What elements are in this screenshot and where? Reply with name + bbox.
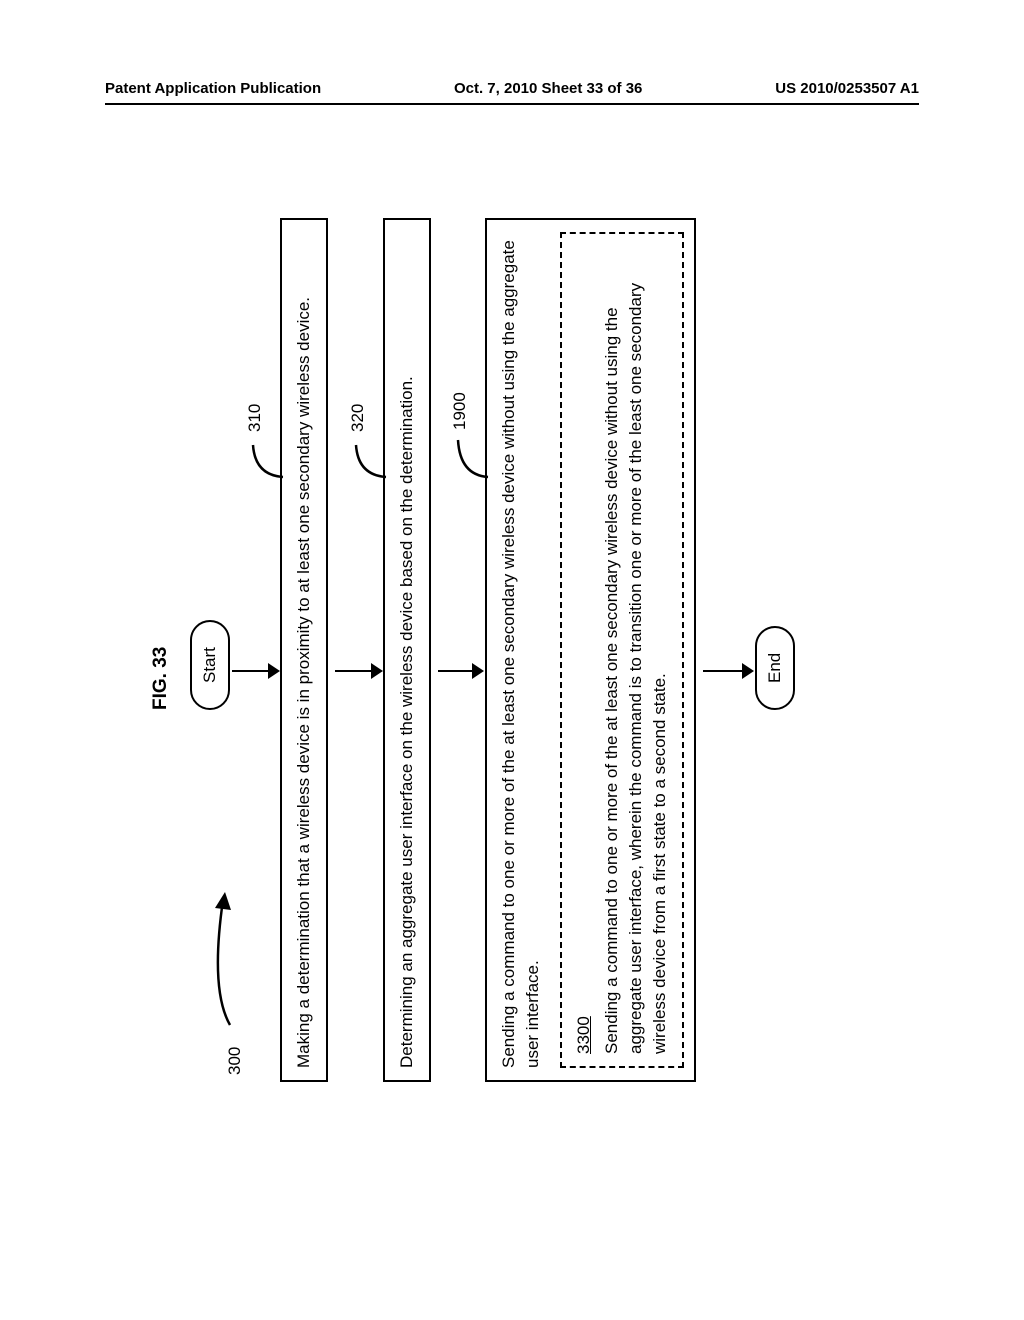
ref-310-bracket-icon [245,435,285,485]
header-left: Patent Application Publication [105,80,321,97]
step-1900-text: Sending a command to one or more of the … [499,240,542,1068]
figure-title: FIG. 33 [150,647,172,710]
arrow-down-icon [268,663,280,679]
ref-1900-label: 1900 [450,392,470,430]
start-terminal: Start [190,620,230,710]
step-310-box: Making a determination that a wireless d… [280,218,328,1082]
connector-line [232,670,270,672]
step-320-text: Determining an aggregate user interface … [397,376,416,1068]
rotated-figure: FIG. 33 300 Start Making a determination… [150,200,874,1100]
ref-1900-bracket-icon [450,430,490,485]
arrow-down-icon [371,663,383,679]
ref-320-bracket-icon [348,435,388,485]
start-label: Start [200,647,219,683]
ref-320-label: 320 [348,404,368,432]
arrow-down-icon [742,663,754,679]
page-header: Patent Application Publication Oct. 7, 2… [105,80,919,105]
connector-line [703,670,743,672]
figure-container: FIG. 33 300 Start Making a determination… [150,200,874,1100]
header-right: US 2010/0253507 A1 [775,80,919,97]
arrow-down-icon [472,663,484,679]
connector-line [438,670,473,672]
end-label: End [765,653,784,683]
main-ref-label: 300 [225,1047,245,1075]
header-center: Oct. 7, 2010 Sheet 33 of 36 [454,80,642,97]
main-ref-arrow-icon [205,890,245,1030]
step-1900-box: Sending a command to one or more of the … [485,218,696,1082]
step-310-text: Making a determination that a wireless d… [294,297,313,1068]
end-terminal: End [755,626,795,710]
connector-line [335,670,372,672]
step-3300-box: 3300 Sending a command to one or more of… [560,232,684,1068]
step-3300-text: Sending a command to one or more of the … [602,283,669,1054]
step-320-box: Determining an aggregate user interface … [383,218,431,1082]
ref-3300-label: 3300 [572,246,596,1054]
ref-310-label: 310 [245,404,265,432]
